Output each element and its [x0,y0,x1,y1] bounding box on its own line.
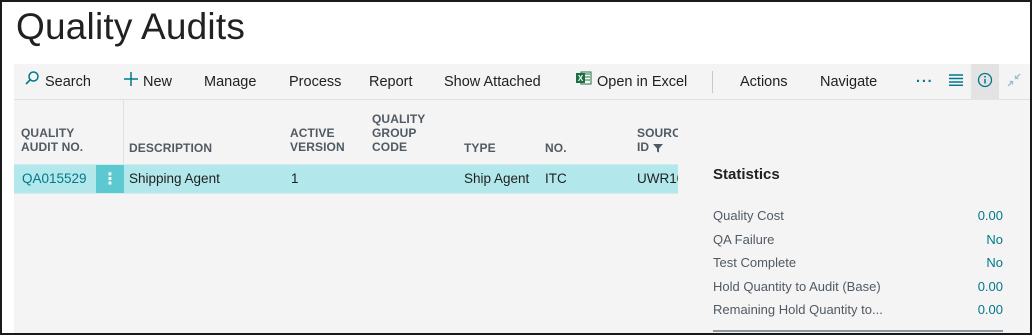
search-button[interactable]: Search [24,64,91,100]
search-icon [24,64,40,100]
info-icon [977,72,993,93]
col-header-line: QUALITY [372,112,426,126]
factbox-toggle-button[interactable] [971,64,999,100]
list-view-button[interactable] [942,64,970,100]
stat-row-remaining-hold-quantity: Remaining Hold Quantity to... 0.00 [713,300,1003,320]
navigate-menu[interactable]: Navigate [820,64,877,100]
action-bar: Search New Manage Process Report Show At… [14,64,1030,100]
plus-icon [124,64,138,100]
stat-row-quality-cost: Quality Cost 0.00 [713,206,1003,226]
stat-value[interactable]: 0.00 [978,300,1003,320]
table-header: QUALITY AUDIT NO. DESCRIPTION ACTIVE VER… [14,100,678,164]
row-actions-button[interactable]: ⋮ [96,165,124,193]
col-header-line: CODE [372,140,408,154]
stat-value[interactable]: 0.00 [978,277,1003,297]
cell-description: Shipping Agent [129,171,220,186]
col-header-active-version[interactable]: ACTIVE VERSION [290,126,345,154]
stat-label: Remaining Hold Quantity to... [713,302,883,317]
new-label: New [143,74,173,90]
stat-label: Test Complete [713,255,797,270]
stat-label: Hold Quantity to Audit (Base) [713,279,881,294]
table-row[interactable]: QA015529 ⋮ Shipping Agent 1 Ship Agent I… [14,164,678,194]
open-in-excel-button[interactable]: X Open in Excel [576,64,687,100]
cell-type: Ship Agent [464,171,530,186]
col-header-line: AUDIT NO. [21,140,84,154]
stat-row-qa-failure: QA Failure No [713,230,1003,250]
factbox-divider [713,330,1003,332]
svg-text:X: X [578,74,584,83]
vertical-ellipsis-icon: ⋮ [102,171,118,188]
show-attached-button[interactable]: Show Attached [444,64,541,100]
filter-icon [652,140,663,154]
col-header-line: ID [637,140,650,154]
stat-label: Quality Cost [713,208,784,223]
col-header-description[interactable]: DESCRIPTION [129,141,212,155]
stat-value[interactable]: 0.00 [978,206,1003,226]
cell-active-version: 1 [291,171,299,186]
cell-no: ITC [545,171,567,186]
actions-menu[interactable]: Actions [740,64,788,100]
stat-value: No [986,255,1003,270]
statistics-title: Statistics [713,166,780,183]
more-options-button[interactable]: ··· [916,64,934,100]
stat-value: No [986,232,1003,247]
stat-row-hold-quantity: Hold Quantity to Audit (Base) 0.00 [713,277,1003,297]
report-menu[interactable]: Report [369,64,413,100]
col-header-source-id[interactable]: SOURCE ID [637,126,678,154]
column-divider [123,100,124,164]
cell-quality-group-code [372,165,452,193]
col-header-quality-group-code[interactable]: QUALITY GROUP CODE [372,112,425,154]
col-header-line: VERSION [290,140,345,154]
excel-icon: X [576,64,592,100]
col-header-line: QUALITY [21,126,75,140]
manage-menu[interactable]: Manage [204,64,256,100]
process-menu[interactable]: Process [289,64,341,100]
stat-row-test-complete: Test Complete No [713,253,1003,273]
cell-quality-audit-no[interactable]: QA015529 [22,165,92,193]
col-header-line: ACTIVE [290,126,335,140]
content-area: QUALITY AUDIT NO. DESCRIPTION ACTIVE VER… [14,100,1030,333]
search-label: Search [45,74,91,90]
collapse-button[interactable] [1000,64,1028,100]
open-in-excel-label: Open in Excel [597,74,688,90]
list-view-icon [949,73,963,91]
col-header-line: SOURCE [637,126,678,140]
statistics-factbox: Statistics Quality Cost 0.00 QA Failure … [713,160,1005,333]
window-frame: Quality Audits Search New Manage Process… [0,0,1032,335]
col-header-line: GROUP [372,126,417,140]
col-header-quality-audit-no[interactable]: QUALITY AUDIT NO. [21,126,83,154]
cell-source-id: UWR10 [637,171,678,186]
page-title: Quality Audits [16,6,246,47]
col-header-type[interactable]: TYPE [464,141,496,155]
collapse-icon [1007,73,1021,92]
new-button[interactable]: New [124,64,172,100]
col-header-no[interactable]: NO. [545,141,567,155]
action-bar-divider [712,71,713,93]
stat-label: QA Failure [713,232,775,247]
